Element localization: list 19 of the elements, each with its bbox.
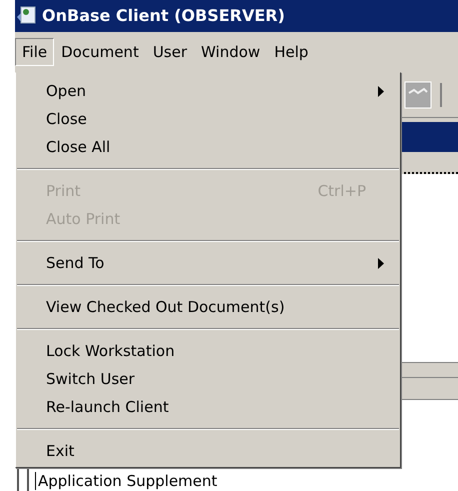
menu-bar-item[interactable]: User <box>146 38 194 66</box>
menu-item[interactable]: Lock Workstation <box>16 337 400 365</box>
menu-bar-item[interactable]: Help <box>267 38 316 66</box>
menu-bar-item[interactable]: Document <box>54 38 146 66</box>
menu-item[interactable]: View Checked Out Document(s) <box>16 293 400 321</box>
menu-item[interactable]: Switch User <box>16 365 400 393</box>
submenu-arrow-icon <box>378 86 384 96</box>
menu-bar-item[interactable]: Window <box>194 38 268 66</box>
menu-item[interactable]: Re-launch Client <box>16 393 400 421</box>
menu-item[interactable]: Close <box>16 105 400 133</box>
menu-bar-item[interactable]: File <box>15 38 54 66</box>
toolbar-image-icon[interactable] <box>404 80 432 108</box>
menu-item[interactable]: Send To <box>16 249 400 277</box>
window-title: OnBase Client (OBSERVER) <box>42 5 285 27</box>
menu-item[interactable]: Open <box>16 77 400 105</box>
menu-item[interactable]: Close All <box>16 133 400 161</box>
list-item[interactable]: Application Supplement <box>35 472 218 490</box>
submenu-arrow-icon <box>378 258 384 268</box>
menu-item[interactable]: Exit <box>16 437 400 465</box>
